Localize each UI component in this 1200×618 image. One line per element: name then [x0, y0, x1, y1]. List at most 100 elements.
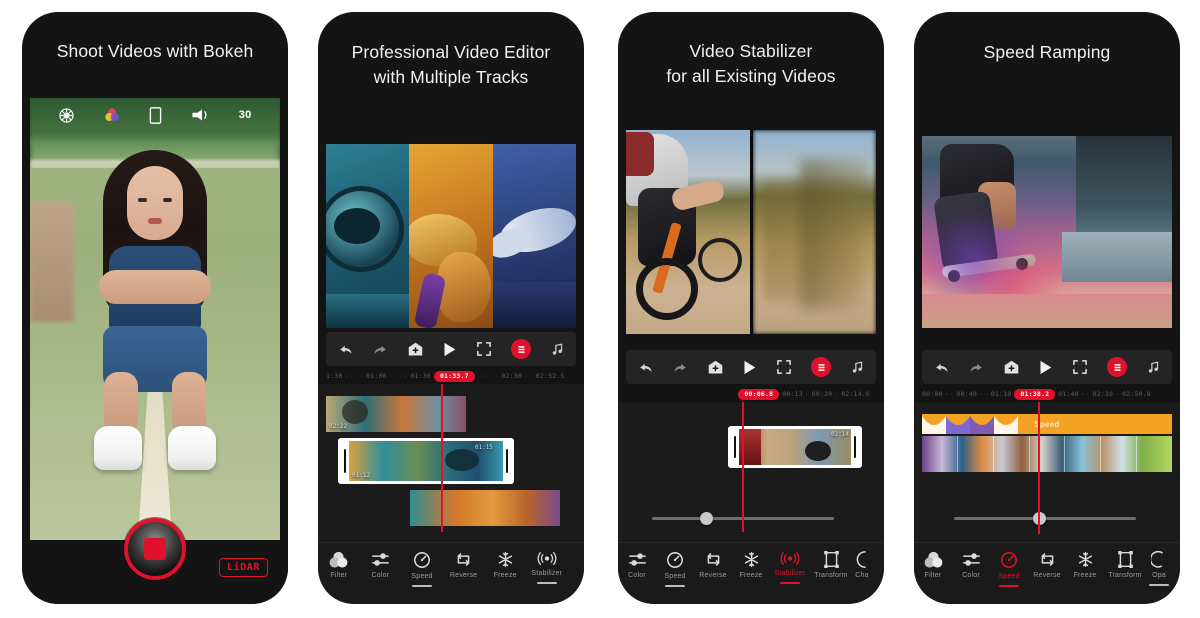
undo-icon[interactable]: [338, 343, 353, 356]
brightness-icon[interactable]: [58, 107, 75, 124]
tool-opacity[interactable]: Opa: [1146, 551, 1172, 586]
music-icon[interactable]: [1147, 361, 1160, 374]
subject-shoe-left: [94, 426, 142, 470]
selected-clip[interactable]: 01:12 01:15: [338, 438, 514, 484]
subject-arms: [99, 270, 211, 304]
export-icon[interactable]: [511, 339, 532, 359]
add-media-icon[interactable]: [408, 342, 423, 357]
page-title-4: Speed Ramping: [983, 42, 1111, 62]
editor-toolbar-2: [326, 332, 576, 366]
music-icon[interactable]: [851, 361, 864, 374]
clip-handle-right[interactable]: [503, 441, 511, 481]
export-icon[interactable]: [811, 357, 832, 377]
tool-reverse[interactable]: Reverse: [1028, 551, 1066, 586]
clip-handle-left[interactable]: [731, 429, 739, 465]
phone-mockup-1: Shoot Videos with Bokeh 30 LiDAR: [22, 12, 288, 604]
editor-preview-3: [626, 130, 876, 334]
preview-stabilized: [626, 130, 750, 334]
tool-filter[interactable]: Filter: [318, 551, 360, 586]
editor-preview-2: [326, 144, 576, 328]
selected-clip[interactable]: 02:14: [728, 426, 862, 468]
lidar-badge[interactable]: LiDAR: [218, 558, 268, 577]
color-filter-icon[interactable]: [104, 107, 120, 123]
page-title-3a: Video Stabilizer: [689, 41, 813, 61]
playhead-4[interactable]: [1038, 402, 1040, 534]
mosaic-col-1: [326, 144, 410, 328]
play-icon[interactable]: [442, 342, 457, 357]
tool-color[interactable]: Color: [618, 551, 656, 586]
fullscreen-icon[interactable]: [1073, 360, 1088, 374]
tool-color[interactable]: Color: [952, 551, 990, 586]
fullscreen-icon[interactable]: [777, 360, 792, 374]
redo-icon[interactable]: [969, 361, 984, 374]
camera-top-controls: 30: [30, 98, 280, 132]
aspect-ratio-icon[interactable]: [149, 106, 162, 124]
filmstrip-track[interactable]: [922, 436, 1172, 472]
timeline-ruler-3[interactable]: 00:06.8 00:13 · 00:20 · 02:14.0: [626, 386, 876, 402]
clip-handle-right[interactable]: [851, 429, 859, 465]
zoom-slider-knob-3[interactable]: [700, 512, 713, 525]
tool-transform[interactable]: Transform: [810, 551, 852, 586]
timeline-ruler-4[interactable]: 00:00 ·· 00:40 ·· 01:10 01:38.2 01:40 ·· 02…: [922, 386, 1172, 402]
phone-mockup-4: Speed Ramping 00:00 ·· 00:40 ·· 01:10 01…: [914, 12, 1180, 604]
playhead-3[interactable]: [742, 402, 744, 532]
tool-chroma[interactable]: Cha: [852, 551, 872, 586]
undo-icon[interactable]: [638, 361, 653, 374]
tool-freeze[interactable]: Freeze: [732, 551, 770, 586]
subject-person: [82, 150, 228, 480]
tool-strip-3[interactable]: Color Speed Reverse Freeze Stabilizer Tr…: [618, 542, 884, 604]
tool-freeze[interactable]: Freeze: [1066, 551, 1104, 586]
export-icon[interactable]: [1107, 357, 1128, 377]
play-icon[interactable]: [1038, 360, 1053, 375]
tool-filter[interactable]: Filter: [914, 551, 952, 586]
subject-face: [127, 166, 183, 240]
tool-speed[interactable]: Speed: [401, 551, 443, 587]
tool-reverse[interactable]: Reverse: [694, 551, 732, 586]
undo-icon[interactable]: [934, 361, 949, 374]
tool-transform[interactable]: Transform: [1104, 551, 1146, 586]
tool-speed[interactable]: Speed: [990, 551, 1028, 587]
current-time-3: 00:06.8: [738, 388, 780, 400]
tool-reverse[interactable]: Reverse: [443, 551, 485, 586]
playhead-2[interactable]: [441, 384, 443, 532]
tool-speed[interactable]: Speed: [656, 551, 694, 587]
timeline-ruler-2[interactable]: 1:30 ···· 01:00 ···· 01:30 01:33.7 ···· 02:…: [326, 368, 576, 384]
table-row[interactable]: 02:22: [326, 396, 466, 432]
scene-wall: [30, 202, 74, 322]
table-row[interactable]: [410, 490, 560, 526]
record-stop-square: [144, 538, 166, 560]
play-icon[interactable]: [742, 360, 757, 375]
preview-mosaic: [326, 144, 576, 328]
timeline-4[interactable]: Speed: [914, 402, 1180, 542]
redo-icon[interactable]: [373, 343, 388, 356]
mosaic-col-2: [409, 144, 493, 328]
mosaic-col-3: [492, 144, 576, 328]
add-media-icon[interactable]: [1004, 360, 1019, 375]
fps-indicator[interactable]: 30: [239, 109, 252, 121]
fullscreen-icon[interactable]: [477, 342, 492, 356]
clip-handle-left[interactable]: [341, 441, 349, 481]
music-icon[interactable]: [551, 343, 564, 356]
current-time-2: 01:33.7: [433, 370, 475, 382]
page-title-1: Shoot Videos with Bokeh: [56, 41, 254, 61]
speed-ramp-track[interactable]: Speed: [922, 414, 1172, 434]
editor-preview-4: [922, 136, 1172, 328]
timeline-2[interactable]: 02:22 01:12 01:15: [318, 384, 584, 542]
tool-strip-2[interactable]: Filter Color Speed Reverse Freeze Stabil…: [318, 542, 584, 604]
page-title-2b: with Multiple Tracks: [373, 67, 529, 88]
page-title-3b: for all Existing Videos: [666, 66, 836, 87]
timeline-3[interactable]: 02:14: [618, 402, 884, 542]
tool-stabilizer[interactable]: Stabilizer: [770, 551, 810, 584]
preview-original: [752, 130, 876, 334]
tool-freeze[interactable]: Freeze: [484, 551, 526, 586]
record-button[interactable]: [124, 518, 186, 580]
current-time-4: 01:38.2: [1014, 388, 1056, 400]
flash-icon[interactable]: [191, 108, 210, 122]
redo-icon[interactable]: [673, 361, 688, 374]
tool-strip-4[interactable]: Filter Color Speed Reverse Freeze Transf…: [914, 542, 1180, 604]
phone-mockup-2: Professional Video Editor with Multiple …: [318, 12, 584, 604]
tool-stabilizer[interactable]: Stabilizer: [526, 551, 568, 584]
page-title-2a: Professional Video Editor: [351, 42, 551, 62]
add-media-icon[interactable]: [708, 360, 723, 375]
tool-color[interactable]: Color: [360, 551, 402, 586]
